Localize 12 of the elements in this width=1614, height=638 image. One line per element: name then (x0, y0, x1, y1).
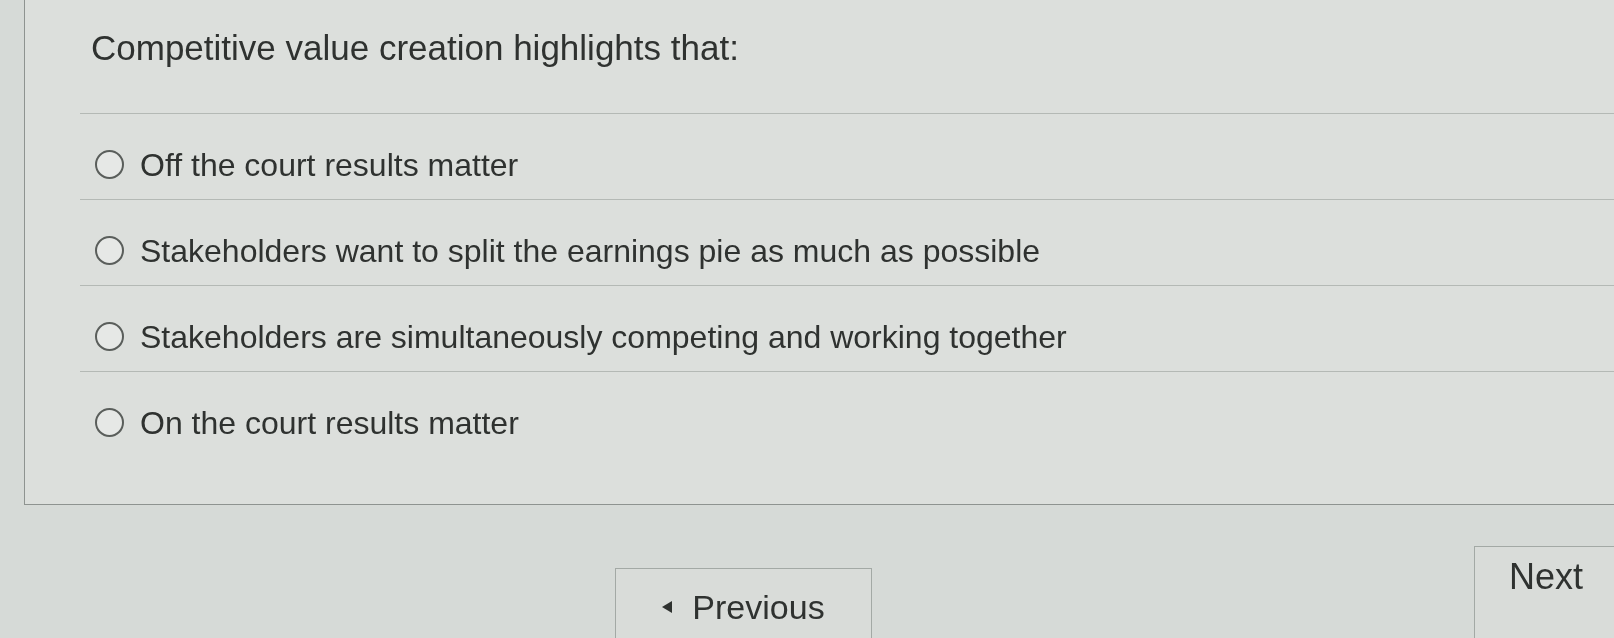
option-label[interactable]: Off the court results matter (140, 145, 519, 184)
next-button[interactable]: Next (1474, 546, 1614, 638)
question-prompt: Competitive value creation highlights that: (91, 27, 739, 69)
radio-button[interactable] (95, 322, 124, 351)
radio-button[interactable] (95, 150, 124, 179)
option-label[interactable]: On the court results matter (140, 403, 519, 442)
option-label[interactable]: Stakeholders want to split the earnings pie as much as possible (140, 231, 1041, 270)
previous-button[interactable]: Previous (615, 568, 872, 638)
radio-button[interactable] (95, 236, 124, 265)
caret-left-icon (662, 601, 673, 613)
radio-button[interactable] (95, 408, 124, 437)
option-label[interactable]: Stakeholders are simultaneously competing and working together (140, 317, 1067, 356)
